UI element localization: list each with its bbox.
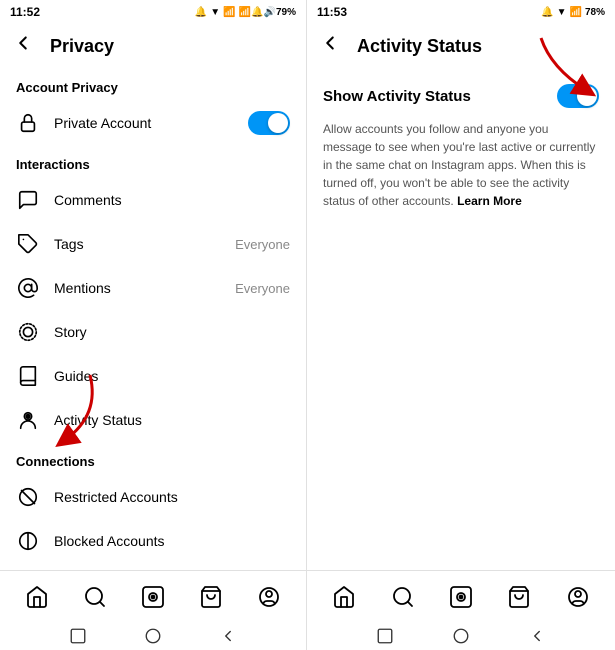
shop-nav-right[interactable] — [499, 577, 539, 617]
comment-icon — [16, 188, 40, 212]
left-nav-icons — [0, 571, 306, 622]
menu-item-muted[interactable]: Muted Accounts — [0, 563, 306, 570]
right-time: 11:53 — [317, 5, 347, 19]
back-gesture-left[interactable] — [214, 622, 242, 650]
left-header: Privacy — [0, 24, 306, 68]
book-icon — [16, 364, 40, 388]
story-label: Story — [54, 324, 290, 340]
alarm-icon: 🔔 — [195, 7, 207, 18]
tag-icon — [16, 232, 40, 256]
restrict-icon — [16, 485, 40, 509]
left-panel: 11:52 🔔 ▼ 📶 📶🔔🔊79% Privacy Account Priva… — [0, 0, 307, 650]
circle-gesture-left[interactable] — [139, 622, 167, 650]
profile-nav-right[interactable] — [558, 577, 598, 617]
menu-item-guides[interactable]: Guides — [0, 354, 306, 398]
square-gesture-right[interactable] — [371, 622, 399, 650]
circle-gesture-right[interactable] — [447, 622, 475, 650]
home-nav-left[interactable] — [17, 577, 57, 617]
menu-item-restricted[interactable]: Restricted Accounts — [0, 475, 306, 519]
reels-nav-right[interactable] — [441, 577, 481, 617]
private-account-toggle[interactable] — [248, 111, 290, 135]
tags-label: Tags — [54, 236, 221, 252]
menu-item-comments[interactable]: Comments — [0, 178, 306, 222]
back-button-left[interactable] — [12, 32, 34, 60]
right-panel-wrapper: 11:53 🔔 ▼ 📶 78% Activity Status Show Act… — [307, 0, 615, 650]
activity-status-label: Activity Status — [54, 412, 290, 428]
right-page-title: Activity Status — [357, 36, 482, 57]
tags-value: Everyone — [235, 237, 290, 252]
menu-item-tags[interactable]: Tags Everyone — [0, 222, 306, 266]
right-bottom-nav — [307, 570, 615, 650]
mentions-value: Everyone — [235, 281, 290, 296]
menu-item-private-account[interactable]: Private Account — [0, 101, 306, 145]
right-battery: 78% — [585, 7, 605, 18]
reels-nav-left[interactable] — [133, 577, 173, 617]
activity-description: Allow accounts you follow and anyone you… — [323, 120, 599, 210]
menu-item-blocked[interactable]: Blocked Accounts — [0, 519, 306, 563]
restricted-label: Restricted Accounts — [54, 489, 290, 505]
wifi-icon: ▼ — [210, 7, 220, 18]
square-gesture-left[interactable] — [64, 622, 92, 650]
block-icon — [16, 529, 40, 553]
home-nav-right[interactable] — [324, 577, 364, 617]
left-gesture-bar — [0, 622, 306, 650]
activity-toggle-row: Show Activity Status — [323, 84, 599, 108]
section-interactions: Interactions — [0, 145, 306, 178]
left-time: 11:52 — [10, 5, 40, 19]
right-status-icons: 🔔 ▼ 📶 78% — [541, 7, 605, 18]
section-account-privacy: Account Privacy — [0, 68, 306, 101]
show-activity-status-label: Show Activity Status — [323, 88, 471, 105]
search-nav-left[interactable] — [75, 577, 115, 617]
right-gesture-bar — [307, 622, 615, 650]
profile-nav-left[interactable] — [249, 577, 289, 617]
battery-left: 📶🔔🔊79% — [239, 7, 296, 18]
right-alarm-icon: 🔔 — [541, 7, 553, 18]
right-status-bar: 11:53 🔔 ▼ 📶 78% — [307, 0, 615, 24]
shop-nav-left[interactable] — [191, 577, 231, 617]
back-gesture-right[interactable] — [523, 622, 551, 650]
at-icon — [16, 276, 40, 300]
left-status-icons: 🔔 ▼ 📶 📶🔔🔊79% — [195, 7, 296, 18]
left-status-bar: 11:52 🔔 ▼ 📶 📶🔔🔊79% — [0, 0, 306, 24]
comments-label: Comments — [54, 192, 290, 208]
right-header: Activity Status — [307, 24, 615, 68]
right-wifi-icon: ▼ — [557, 7, 567, 18]
learn-more-link[interactable]: Learn More — [457, 194, 522, 208]
section-connections: Connections — [0, 442, 306, 475]
lock-icon — [16, 111, 40, 135]
left-page-title: Privacy — [50, 36, 114, 57]
right-panel: 11:53 🔔 ▼ 📶 78% Activity Status Show Act… — [307, 0, 615, 650]
blocked-label: Blocked Accounts — [54, 533, 290, 549]
search-nav-right[interactable] — [383, 577, 423, 617]
left-bottom-nav — [0, 570, 306, 650]
story-icon — [16, 320, 40, 344]
activity-status-toggle[interactable] — [557, 84, 599, 108]
back-button-right[interactable] — [319, 32, 341, 60]
right-content: Show Activity Status Allow accounts you … — [307, 68, 615, 570]
mentions-label: Mentions — [54, 280, 221, 296]
right-nav-icons — [307, 571, 615, 622]
left-scroll-area[interactable]: Account Privacy Private Account Interact… — [0, 68, 306, 570]
menu-item-activity-status[interactable]: Activity Status — [0, 398, 306, 442]
signal-icon: 📶 — [223, 7, 235, 18]
guides-label: Guides — [54, 368, 290, 384]
menu-item-story[interactable]: Story — [0, 310, 306, 354]
menu-item-mentions[interactable]: Mentions Everyone — [0, 266, 306, 310]
activity-icon — [16, 408, 40, 432]
private-account-label: Private Account — [54, 115, 234, 131]
right-signal-icon: 📶 — [570, 7, 582, 18]
